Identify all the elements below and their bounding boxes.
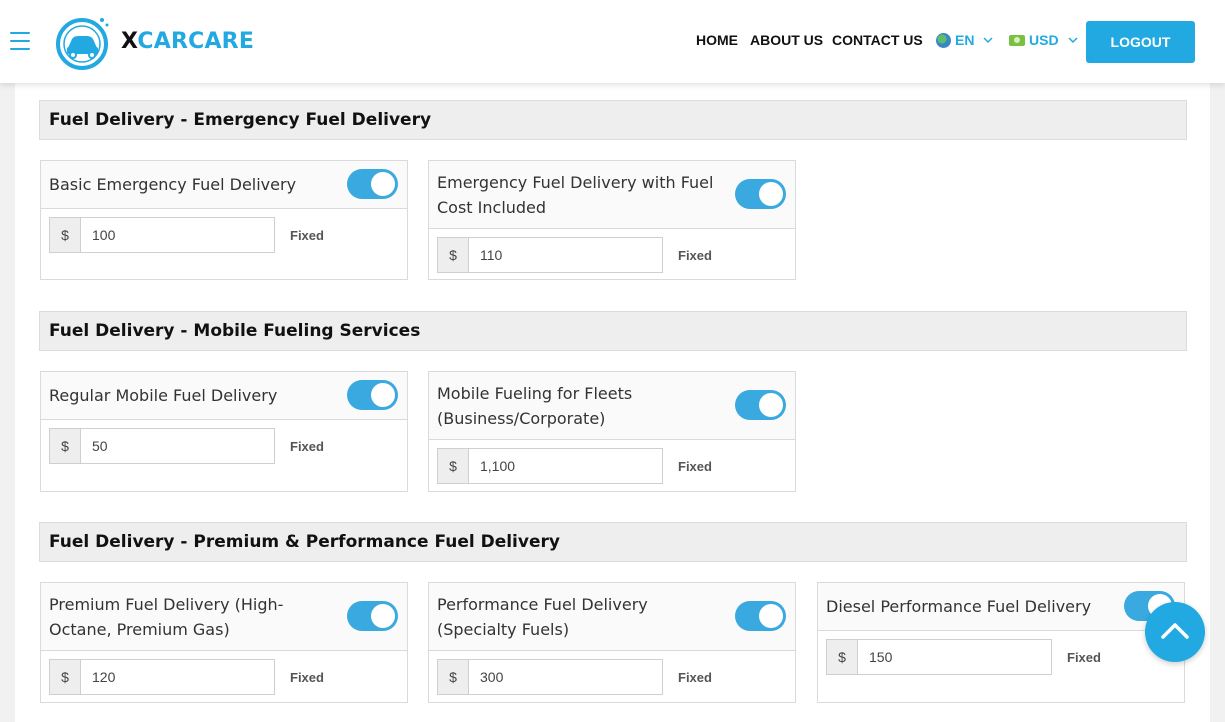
service-name: Performance Fuel Delivery (Specialty Fue… [437,595,648,639]
scrollbar[interactable] [1210,83,1225,722]
service-toggle[interactable] [735,601,786,631]
service-name: Diesel Performance Fuel Delivery [826,597,1092,616]
currency-addon: $ [826,639,857,675]
price-type: Fixed [290,669,324,685]
service-name: Premium Fuel Delivery (High-Octane, Prem… [49,595,284,639]
price-type: Fixed [1067,649,1101,665]
logout-button[interactable]: LOGOUT [1086,21,1195,63]
price-row: $ Fixed [49,428,324,464]
chevron-down-icon [983,37,993,44]
service-toggle[interactable] [347,380,398,410]
scroll-to-top-button[interactable] [1145,602,1205,662]
service-name: Mobile Fueling for Fleets (Business/Corp… [437,384,633,428]
price-input[interactable] [80,217,275,253]
currency-addon: $ [437,237,468,273]
currency-selector[interactable]: USD [1009,32,1079,48]
price-type: Fixed [290,227,324,243]
price-row: $ Fixed [437,237,712,273]
price-row: $ Fixed [437,659,712,695]
language-label: EN [955,32,975,48]
price-input[interactable] [468,659,663,695]
currency-addon: $ [437,659,468,695]
currency-addon: $ [437,448,468,484]
language-selector[interactable]: EN [936,32,994,48]
section-header: Fuel Delivery - Emergency Fuel Delivery [39,100,1187,140]
price-type: Fixed [678,247,712,263]
price-row: $ Fixed [49,217,324,253]
section-header: Fuel Delivery - Mobile Fueling Services [39,311,1187,351]
price-type: Fixed [290,438,324,454]
globe-icon [936,32,951,48]
nav-home[interactable]: HOME [696,32,738,48]
price-input[interactable] [80,428,275,464]
service-name: Emergency Fuel Delivery with Fuel Cost I… [437,173,714,217]
service-card: Mobile Fueling for Fleets (Business/Corp… [428,371,796,492]
nav-about[interactable]: ABOUT US [750,32,823,48]
chevron-down-icon [1068,37,1078,44]
menu-icon[interactable] [10,32,30,50]
currency-addon: $ [49,217,80,253]
service-toggle[interactable] [347,169,398,199]
currency-addon: $ [49,428,80,464]
currency-label: USD [1029,32,1059,48]
service-name: Regular Mobile Fuel Delivery [49,386,278,405]
price-row: $ Fixed [49,659,324,695]
service-toggle[interactable] [735,390,786,420]
service-name: Basic Emergency Fuel Delivery [49,175,297,194]
logo-icon[interactable] [54,12,114,72]
service-card: Diesel Performance Fuel Delivery $ Fixed [817,582,1185,703]
price-input[interactable] [857,639,1052,675]
brand-name[interactable]: XCARCARE [121,29,254,54]
price-row: $ Fixed [437,448,712,484]
money-icon [1009,34,1025,46]
price-input[interactable] [80,659,275,695]
price-type: Fixed [678,669,712,685]
nav-contact[interactable]: CONTACT US [832,32,923,48]
chevron-up-icon [1161,623,1189,639]
price-input[interactable] [468,237,663,273]
top-header: XCARCARE HOME ABOUT US CONTACT US EN USD… [0,0,1225,83]
service-card: Premium Fuel Delivery (High-Octane, Prem… [40,582,408,703]
price-type: Fixed [678,458,712,474]
service-card: Basic Emergency Fuel Delivery $ Fixed [40,160,408,280]
price-row: $ Fixed [826,639,1101,675]
service-toggle[interactable] [347,601,398,631]
service-toggle[interactable] [735,179,786,209]
service-card: Regular Mobile Fuel Delivery $ Fixed [40,371,408,492]
currency-addon: $ [49,659,80,695]
service-card: Performance Fuel Delivery (Specialty Fue… [428,582,796,703]
section-header: Fuel Delivery - Premium & Performance Fu… [39,522,1187,562]
price-input[interactable] [468,448,663,484]
service-card: Emergency Fuel Delivery with Fuel Cost I… [428,160,796,280]
